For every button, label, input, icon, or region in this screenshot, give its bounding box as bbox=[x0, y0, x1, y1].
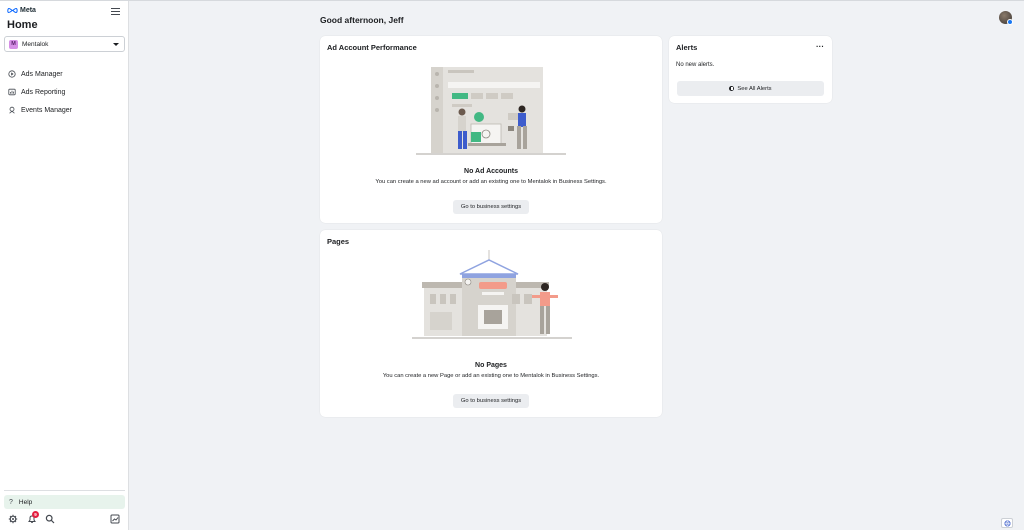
menu-icon[interactable] bbox=[111, 8, 120, 16]
see-all-alerts-label: See All Alerts bbox=[737, 85, 772, 92]
meta-logo[interactable]: Meta bbox=[7, 7, 36, 14]
see-all-alerts-button[interactable]: See All Alerts bbox=[677, 81, 824, 96]
ads-reporting-icon bbox=[8, 88, 16, 96]
user-avatar[interactable] bbox=[999, 11, 1013, 25]
facebook-badge-icon bbox=[1007, 19, 1013, 25]
chart-icon[interactable] bbox=[110, 514, 120, 524]
card-title: Alerts bbox=[676, 43, 698, 52]
sidebar-divider bbox=[4, 490, 125, 491]
more-options-icon[interactable]: ··· bbox=[816, 42, 824, 51]
question-icon: ? bbox=[9, 498, 13, 506]
alert-info-icon bbox=[729, 86, 735, 91]
top-border bbox=[0, 0, 1024, 1]
sidebar-item-label: Events Manager bbox=[21, 106, 72, 114]
pages-card: Pages No Pages You can create a new Page… bbox=[320, 230, 662, 417]
gear-icon[interactable] bbox=[8, 514, 18, 524]
help-label: Help bbox=[18, 498, 33, 506]
language-globe-icon[interactable] bbox=[1001, 518, 1013, 528]
sidebar-item-label: Ads Manager bbox=[21, 70, 63, 78]
events-manager-icon bbox=[8, 106, 16, 114]
bell-icon[interactable]: 9 bbox=[27, 511, 39, 524]
go-to-business-settings-button[interactable]: Go to business settings bbox=[453, 394, 529, 408]
sidebar: Meta Home M Mentalok Ads Manager Ads Rep… bbox=[0, 1, 129, 530]
sidebar-nav: Ads Manager Ads Reporting Events Manager bbox=[0, 65, 128, 119]
go-to-business-settings-button[interactable]: Go to business settings bbox=[453, 200, 529, 214]
account-selector[interactable]: M Mentalok bbox=[4, 36, 125, 52]
ads-manager-icon bbox=[8, 70, 16, 78]
sidebar-item-label: Ads Reporting bbox=[21, 88, 66, 96]
empty-state-description: You can create a new ad account or add a… bbox=[375, 179, 607, 185]
page-title: Home bbox=[7, 19, 38, 31]
sidebar-item-ads-manager[interactable]: Ads Manager bbox=[0, 65, 128, 83]
sidebar-bottom-bar: 9 bbox=[0, 511, 128, 527]
empty-state-description: You can create a new Page or add an exis… bbox=[382, 373, 600, 379]
ad-accounts-illustration-icon bbox=[416, 67, 566, 155]
chevron-down-icon bbox=[113, 43, 119, 46]
help-button[interactable]: ? Help bbox=[4, 495, 125, 509]
pages-illustration-icon bbox=[412, 250, 572, 339]
search-icon[interactable] bbox=[45, 514, 55, 524]
sidebar-item-events-manager[interactable]: Events Manager bbox=[0, 101, 128, 119]
empty-state-title: No Pages bbox=[475, 362, 507, 369]
ad-account-performance-card: Ad Account Performance No Ad Accounts Yo… bbox=[320, 36, 662, 223]
meta-infinity-icon bbox=[7, 7, 18, 14]
card-title: Ad Account Performance bbox=[327, 43, 417, 52]
card-title: Pages bbox=[327, 237, 350, 246]
account-name: Mentalok bbox=[22, 40, 49, 48]
notification-badge: 9 bbox=[32, 511, 39, 518]
no-alerts-text: No new alerts. bbox=[676, 62, 715, 68]
account-avatar: M bbox=[9, 39, 18, 49]
alerts-card: Alerts ··· No new alerts. See All Alerts bbox=[669, 36, 832, 103]
empty-state-title: No Ad Accounts bbox=[464, 168, 518, 175]
sidebar-item-ads-reporting[interactable]: Ads Reporting bbox=[0, 83, 128, 101]
brand-name: Meta bbox=[20, 7, 36, 14]
greeting-heading: Good afternoon, Jeff bbox=[320, 15, 404, 25]
